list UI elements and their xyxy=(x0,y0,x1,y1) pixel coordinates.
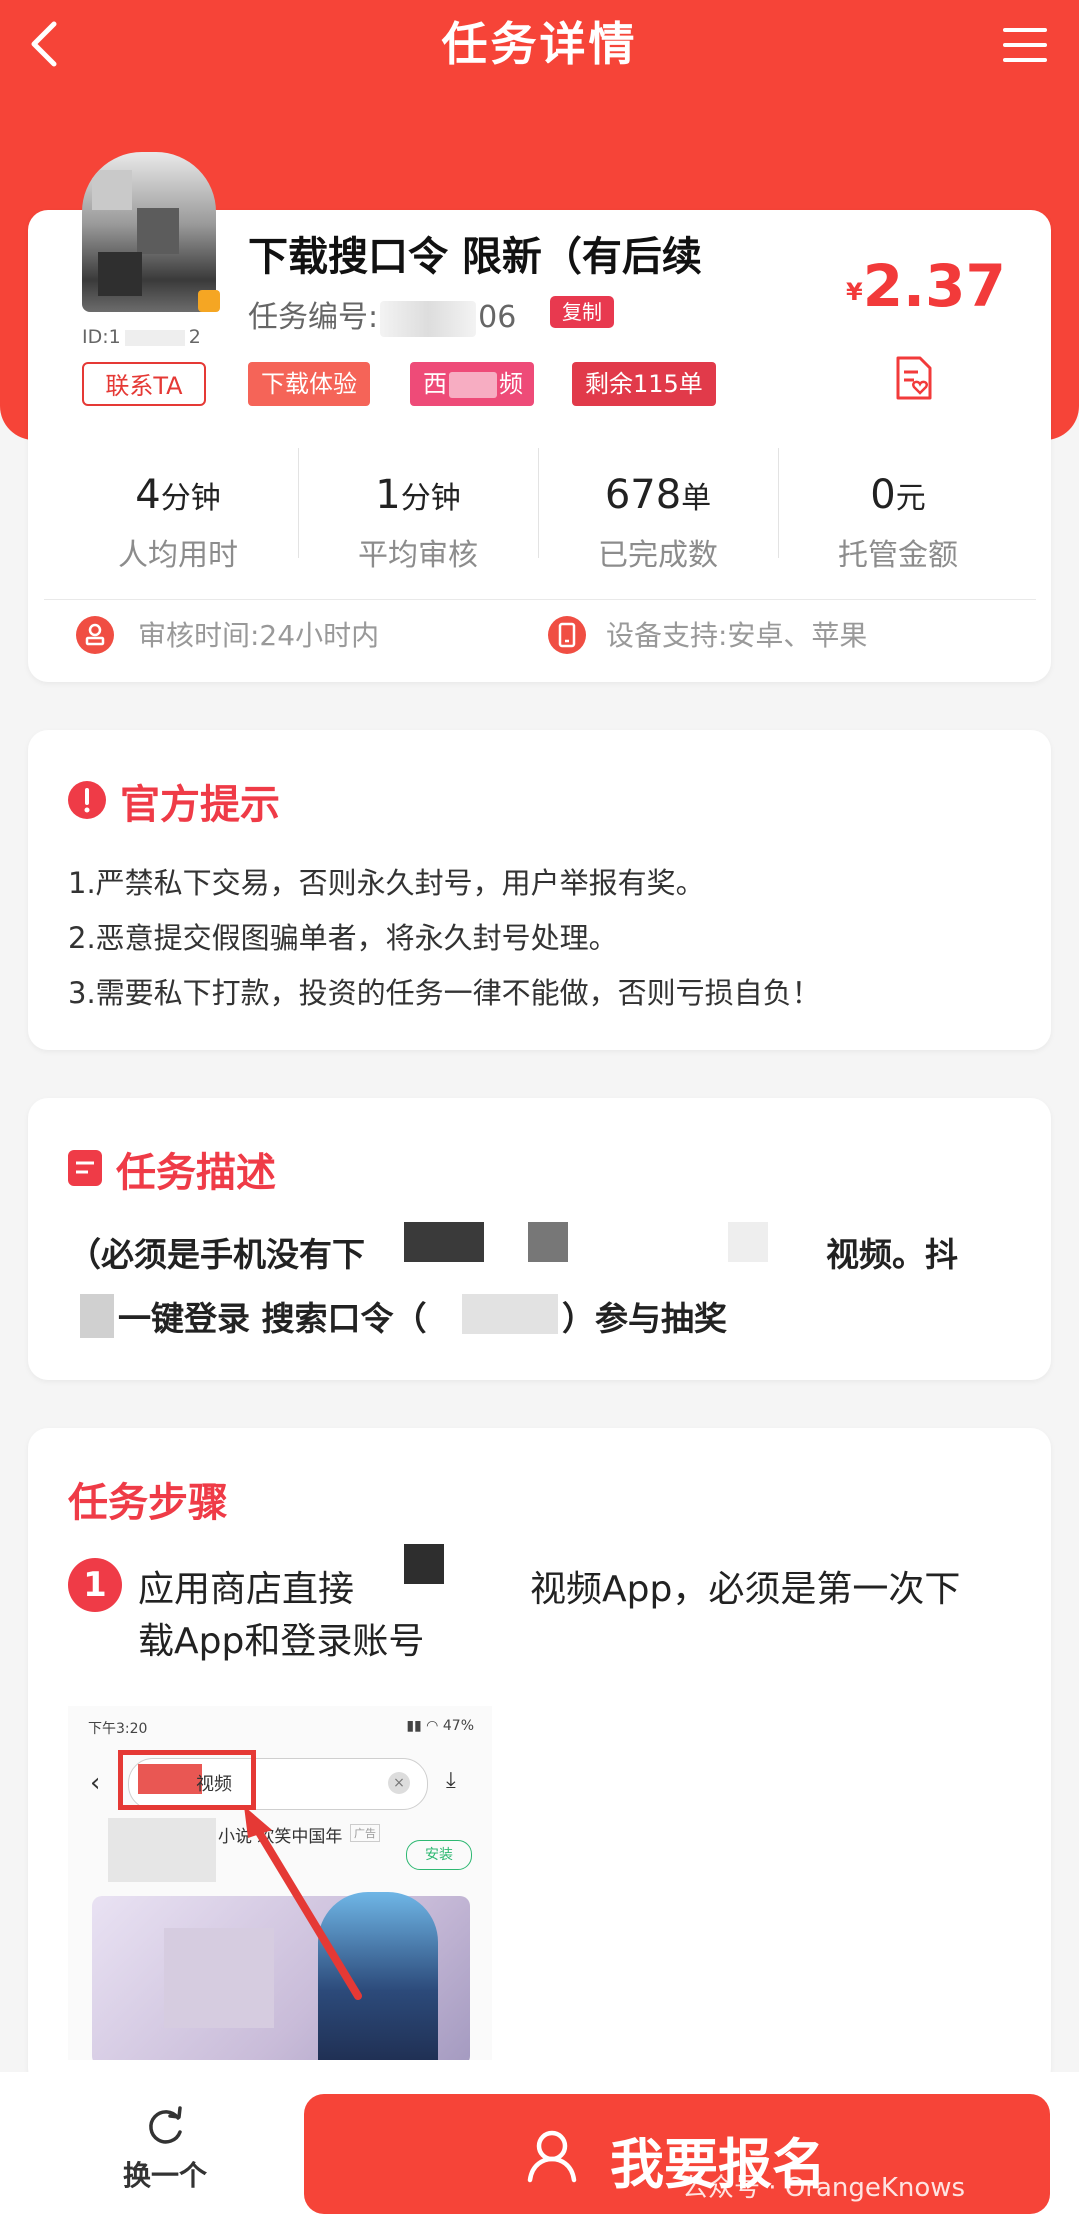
redacted-block xyxy=(528,1222,568,1262)
tag-app-name: 西频 xyxy=(410,362,534,406)
stat-avg-review: 1分钟 平均审核 xyxy=(358,472,478,573)
refresh-label: 换一个 xyxy=(122,2159,207,2192)
contact-button[interactable]: 联系TA xyxy=(82,362,206,406)
stat-escrow: 0元 托管金额 xyxy=(838,472,958,573)
phone-icon xyxy=(548,616,586,654)
favorite-note-icon[interactable] xyxy=(890,354,936,404)
stamp-icon xyxy=(76,616,114,654)
redacted-block xyxy=(728,1222,768,1262)
menu-icon[interactable] xyxy=(1001,22,1049,68)
task-id: 任务编号: 06 xyxy=(248,300,517,337)
watermark: 公众号 · OrangeKnows xyxy=(682,2173,966,2203)
refresh-button[interactable]: 换一个 xyxy=(100,2102,230,2194)
tip-line: 2.恶意提交假图骗单者，将永久封号处理。 xyxy=(68,921,618,955)
redacted-block xyxy=(80,1294,114,1338)
document-icon xyxy=(68,1150,102,1186)
description-line: ）参与抽奖 xyxy=(562,1299,727,1338)
device-support: 设备支持:安卓、苹果 xyxy=(606,619,868,652)
publisher-avatar[interactable] xyxy=(82,152,216,312)
avatar-badge-icon xyxy=(198,290,220,312)
stat-avg-time: 4分钟 人均用时 xyxy=(118,472,238,573)
tip-line: 3.需要私下打款，投资的任务一律不能做，否则亏损自负！ xyxy=(68,976,821,1010)
step-text: 应用商店直接 xyxy=(138,1569,355,1610)
tip-line: 1.严禁私下交易，否则永久封号，用户举报有奖。 xyxy=(68,866,705,900)
divider xyxy=(44,599,1036,600)
user-icon xyxy=(527,2130,577,2183)
steps-title: 任务步骤 xyxy=(68,1480,228,1526)
tips-title: 官方提示 xyxy=(120,782,280,828)
stat-completed: 678单 已完成数 xyxy=(598,472,718,573)
tag-remaining: 剩余115单 xyxy=(572,362,716,406)
review-time: 审核时间:24小时内 xyxy=(138,619,380,652)
copy-id-button[interactable]: 复制 xyxy=(550,296,614,328)
step-text: 载App和登录账号 xyxy=(138,1621,425,1662)
task-title: 下载搜口令 限新（有后续 xyxy=(248,234,702,280)
publisher-id: ID:1 2 xyxy=(82,326,201,348)
step-text: 视频App，必须是第一次下 xyxy=(530,1569,961,1610)
pointer-arrow-icon xyxy=(244,1806,362,2000)
description-line: （必须是手机没有下 xyxy=(68,1235,365,1274)
redacted-block xyxy=(404,1222,484,1262)
description-line: 视频。抖 xyxy=(826,1235,958,1274)
description-title: 任务描述 xyxy=(116,1150,276,1196)
alert-icon xyxy=(68,781,106,819)
refresh-icon xyxy=(149,2106,182,2144)
page-title: 任务详情 xyxy=(441,17,638,71)
step-number: 1 xyxy=(68,1558,122,1612)
tag-download: 下载体验 xyxy=(248,362,370,406)
task-price: ¥2.37 xyxy=(846,252,1006,320)
redacted-block xyxy=(462,1294,558,1334)
step-screenshot[interactable]: 下午3:20 ▮▮ ◠ 47% ‹ 视频 × ⤓ 小说 欢笑中国年 广告 安装 xyxy=(68,1706,492,2060)
top-bar: 任务详情 xyxy=(0,0,1079,90)
redacted-block xyxy=(404,1544,444,1584)
description-line: 一键登录 搜索口令（ xyxy=(118,1299,427,1338)
